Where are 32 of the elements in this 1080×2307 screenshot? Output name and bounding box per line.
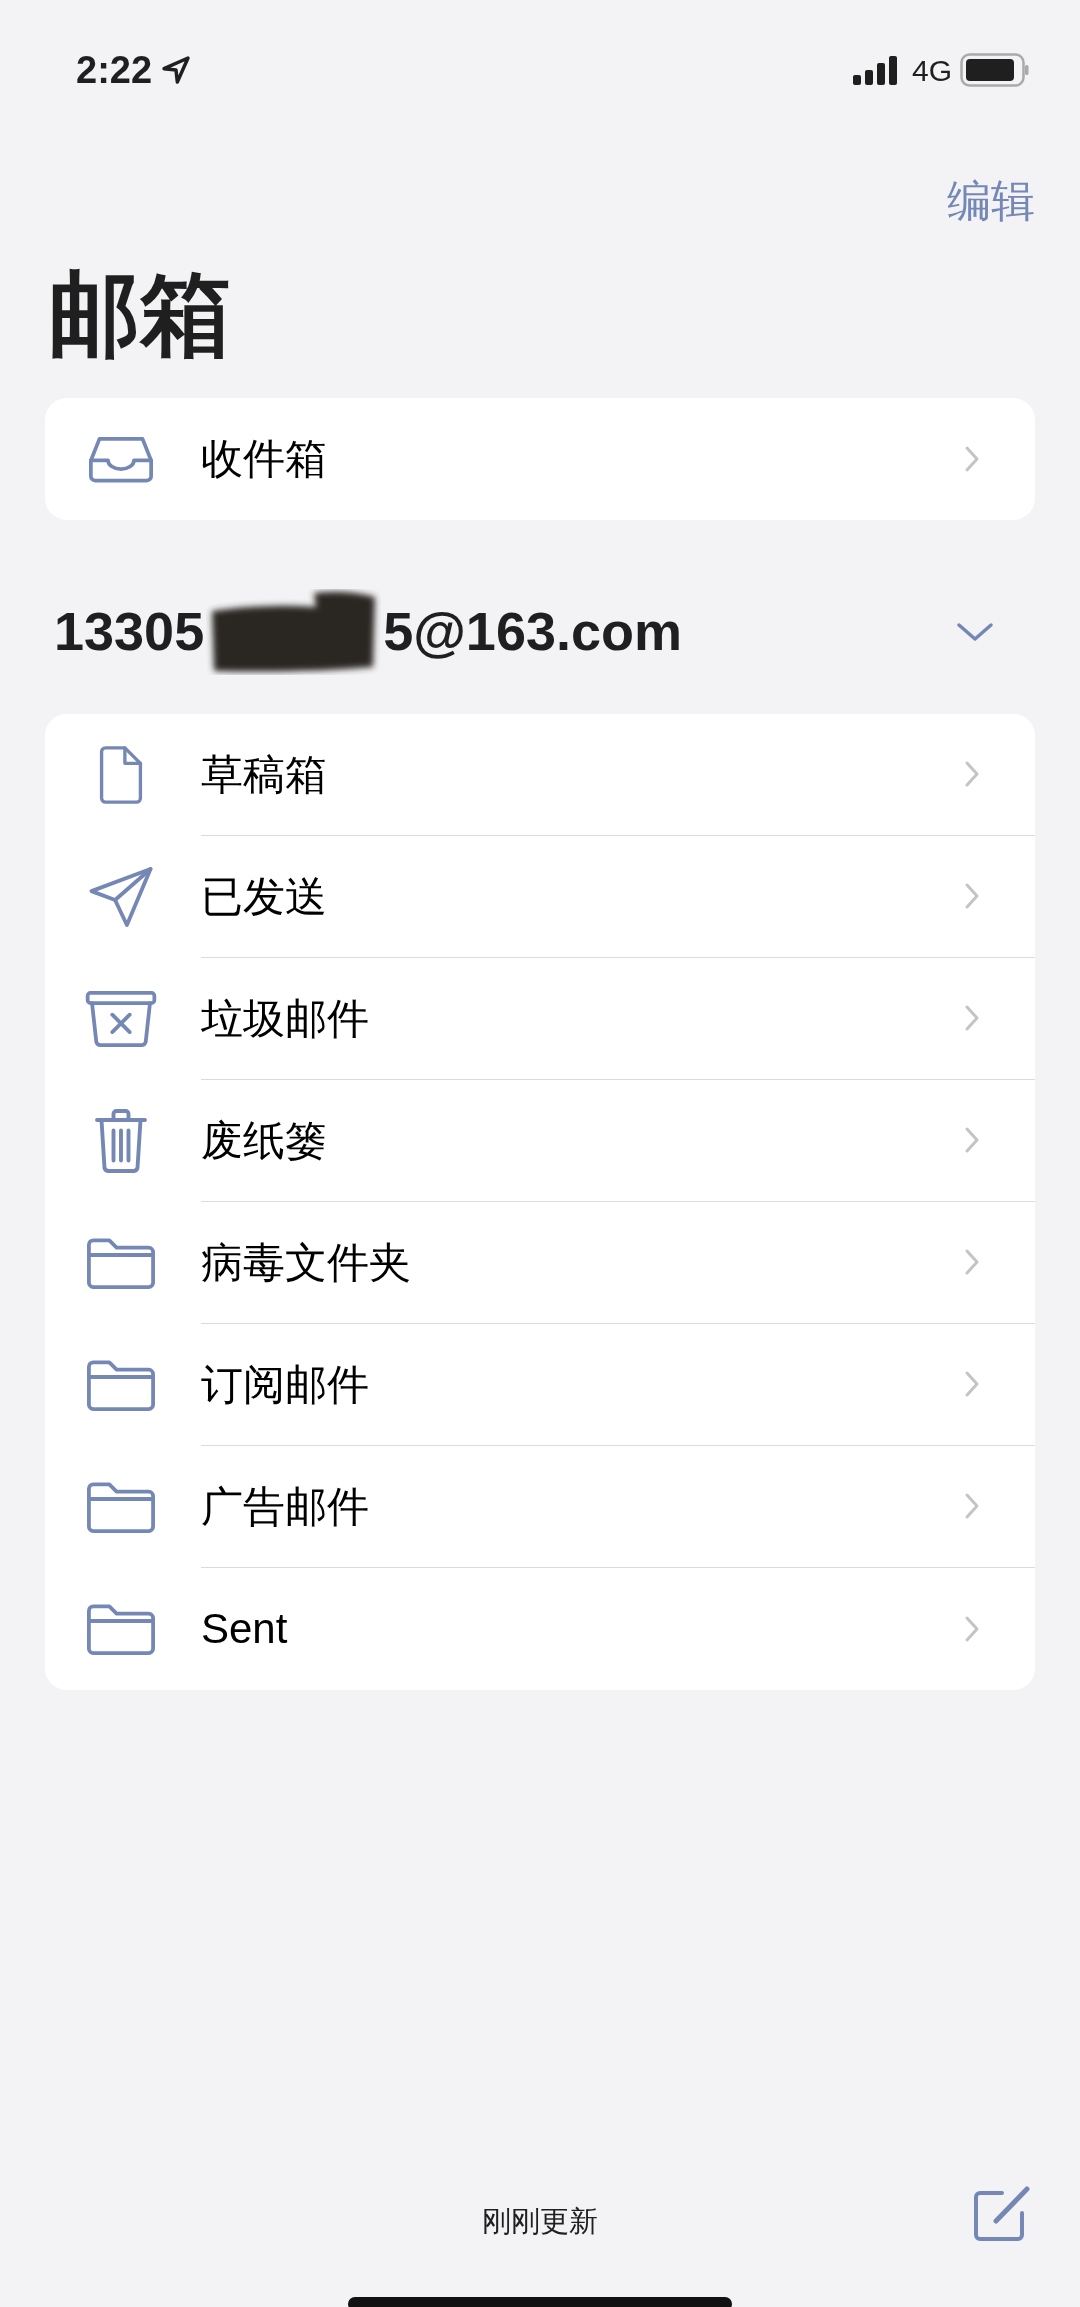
signal-icon — [851, 55, 900, 85]
chevron-icon — [964, 760, 980, 789]
mailbox-label: 订阅邮件 — [201, 1359, 370, 1410]
mailbox-label: 病毒文件夹 — [201, 1237, 412, 1288]
mailbox-label: Sent — [201, 1604, 289, 1655]
mailbox-label: 垃圾邮件 — [201, 993, 370, 1044]
battery-icon — [960, 53, 1030, 87]
compose-button[interactable] — [972, 2185, 1032, 2243]
status-time: 2:22 — [76, 47, 153, 93]
chevron-icon — [964, 1126, 980, 1155]
chevron-icon — [964, 1614, 980, 1643]
chevron-icon — [964, 1370, 980, 1399]
network-label: 4G — [911, 52, 952, 89]
junk-bin-icon — [84, 989, 158, 1048]
update-status: 刚刚更新 — [482, 2204, 598, 2240]
account-email-end: 5@163.com — [383, 600, 682, 664]
chevron-icon — [964, 882, 980, 911]
chevron-icon — [964, 1492, 980, 1521]
chevron-icon — [964, 1248, 980, 1277]
chevron-icon — [964, 444, 980, 473]
mailbox-label: 广告邮件 — [201, 1481, 370, 1532]
mailbox-label: 草稿箱 — [201, 749, 328, 800]
document-icon — [99, 743, 143, 806]
page-title: 邮箱 — [48, 262, 233, 367]
location-arrow-icon — [160, 54, 193, 86]
chevron-icon — [964, 1004, 980, 1033]
trash-icon — [94, 1107, 148, 1174]
account-email-start: 13305 — [54, 600, 205, 664]
paper-plane-icon — [88, 865, 154, 928]
mailbox-label: 废纸篓 — [201, 1115, 328, 1166]
mailbox-label: 已发送 — [201, 871, 328, 922]
mailbox-label: 收件箱 — [201, 434, 328, 485]
